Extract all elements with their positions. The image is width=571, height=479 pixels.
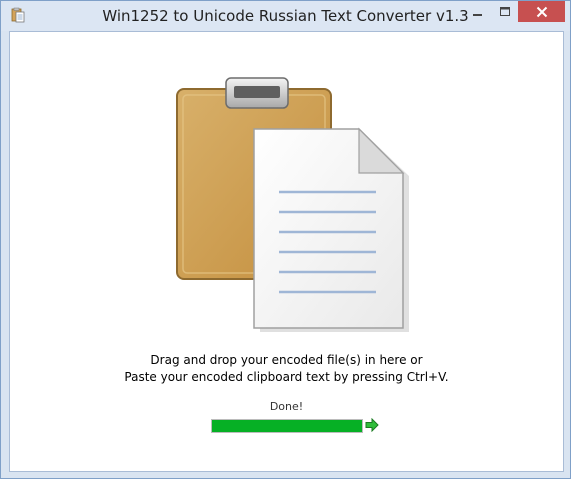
clipboard-document-icon [176, 77, 409, 332]
minimize-icon [472, 13, 482, 16]
drop-area[interactable]: Drag and drop your encoded file(s) in he… [9, 31, 564, 472]
maximize-button[interactable] [491, 1, 518, 22]
maximize-icon [499, 6, 510, 16]
progress-bar [211, 419, 363, 433]
green-arrow-right-icon [365, 418, 379, 432]
minimize-button[interactable] [464, 1, 491, 22]
app-window: Win1252 to Unicode Russian Text Converte… [0, 0, 571, 479]
instruction-line-1: Drag and drop your encoded file(s) in he… [150, 353, 423, 367]
instruction-line-2: Paste your encoded clipboard text by pre… [124, 370, 449, 384]
close-icon [536, 6, 547, 17]
status-text: Done! [269, 400, 304, 413]
close-button[interactable] [518, 1, 565, 22]
drop-instructions: Drag and drop your encoded file(s) in he… [10, 352, 563, 386]
progress-fill [212, 420, 362, 432]
title-bar[interactable]: Win1252 to Unicode Russian Text Converte… [1, 1, 570, 31]
